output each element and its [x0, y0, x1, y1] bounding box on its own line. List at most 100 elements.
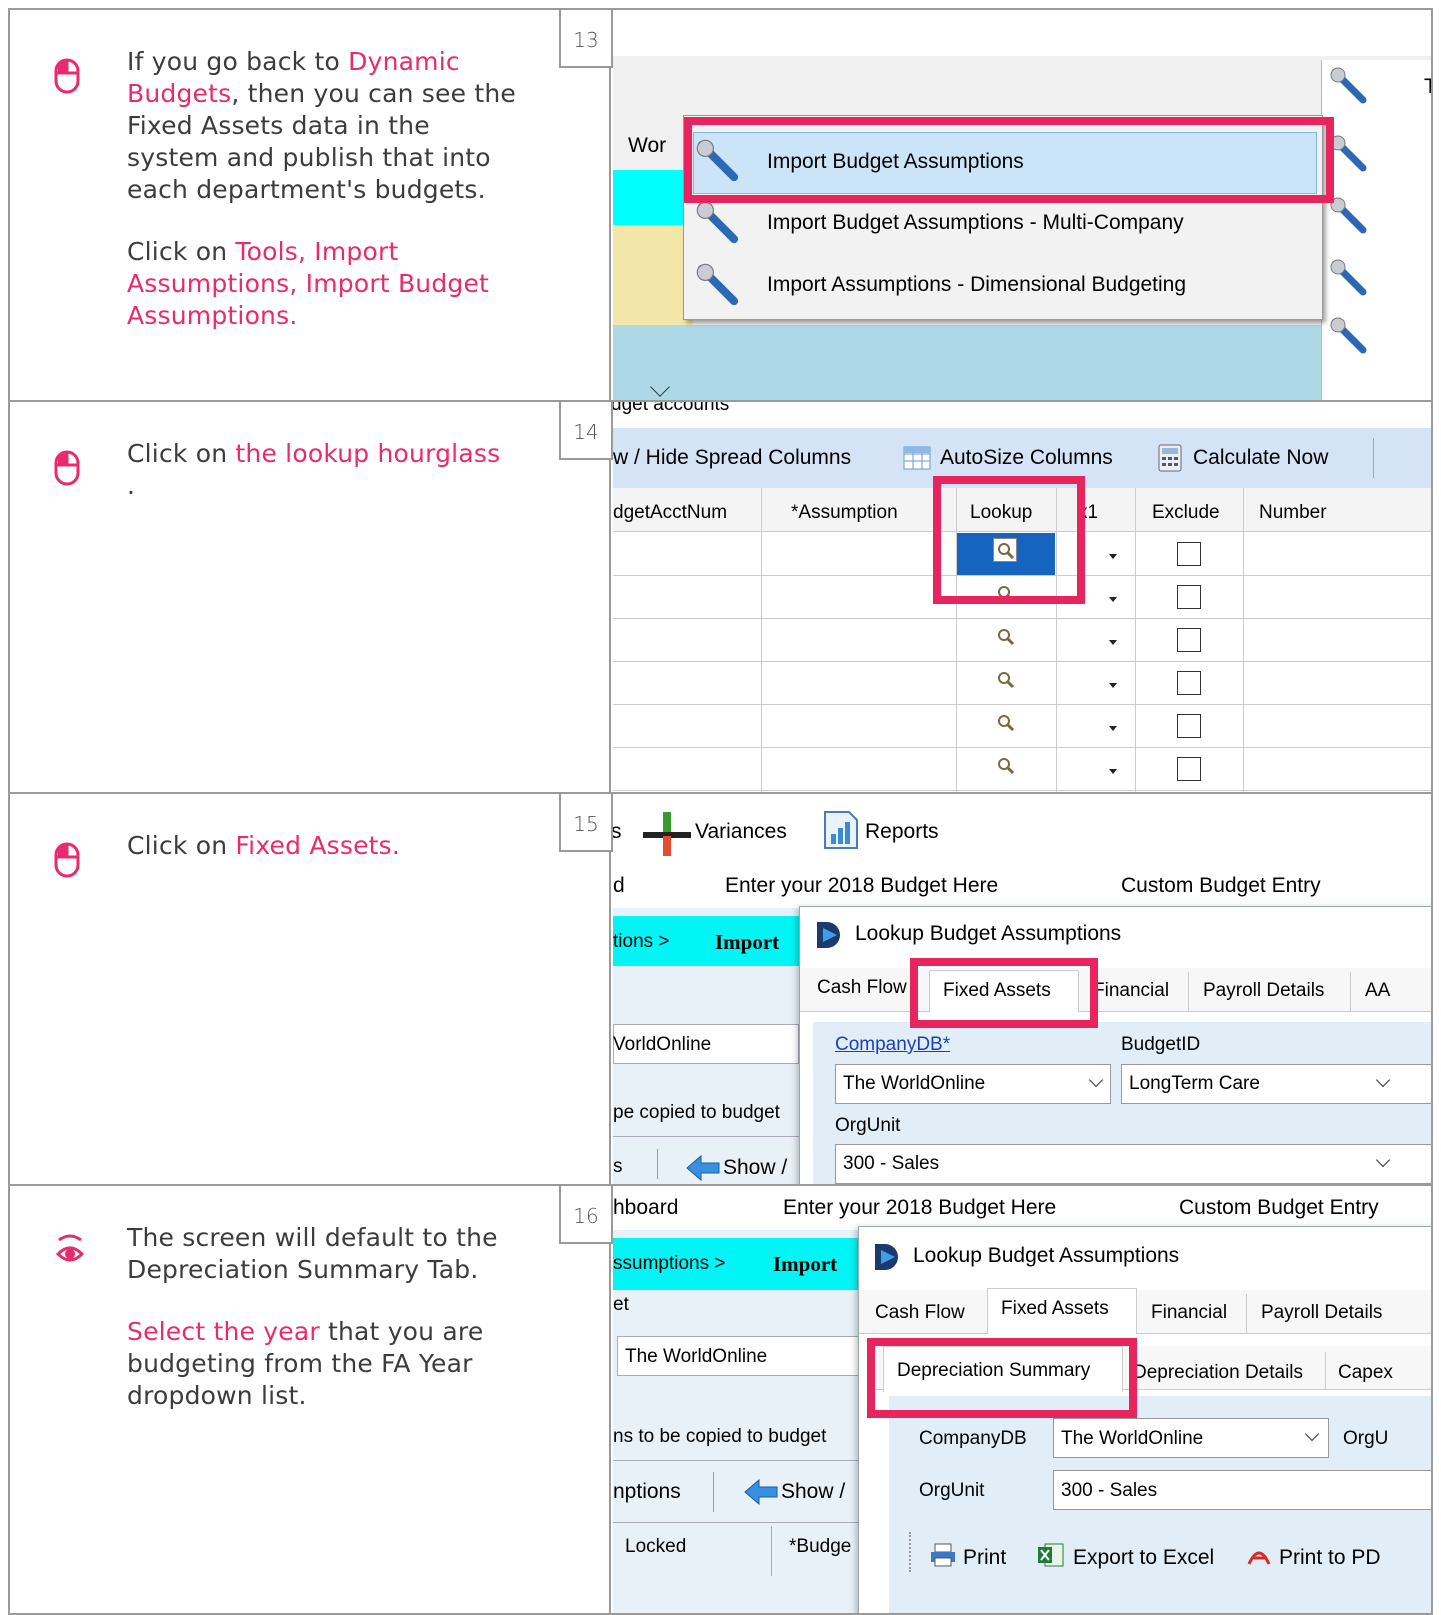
toolbar-show-hide-columns[interactable]: w / Hide Spread Columns [613, 446, 851, 470]
dialog-title: Lookup Budget Assumptions [855, 922, 1122, 945]
toolbar-variances[interactable]: Variances [695, 820, 787, 844]
tab-enter-budget[interactable]: Enter your 2018 Budget Here [725, 874, 998, 898]
step-number: 15 [559, 794, 613, 852]
step-14: 14 Click on the lookup hourglass . dget … [8, 400, 1433, 792]
printer-icon [931, 1543, 955, 1567]
column-header-budgetacctnum[interactable]: dgetAcctNum [613, 502, 727, 524]
tab-partial[interactable]: Wor [628, 134, 666, 158]
export-to-excel-button[interactable]: Export to Excel [1073, 1546, 1214, 1570]
x1-dropdown[interactable] [1098, 669, 1128, 699]
column-header-number[interactable]: Number [1259, 502, 1327, 524]
assumptions-partial: nptions [613, 1480, 681, 1503]
column-header-budget-partial[interactable]: *Budge [789, 1536, 851, 1558]
subtab-depreciation-details[interactable]: Depreciation Details [1133, 1362, 1303, 1384]
highlight-box [910, 958, 1098, 1028]
subtab-capex-partial[interactable]: Capex [1338, 1362, 1393, 1384]
companydb-value: The WorldOnline [843, 1073, 986, 1094]
variances-icon [643, 812, 691, 856]
toolbar-autosize-columns[interactable]: AutoSize Columns [940, 446, 1113, 470]
partial-label: s [613, 1156, 623, 1177]
step-instructions: 15 Click on Fixed Assets. [10, 794, 613, 1184]
budgetid-value: LongTerm Care [1129, 1073, 1260, 1094]
highlight-box [867, 1338, 1137, 1418]
print-button[interactable]: Print [963, 1546, 1006, 1570]
breadcrumb-import[interactable]: Import [715, 930, 779, 955]
eye-icon [55, 1234, 85, 1262]
tab-dashboard-partial[interactable]: hboard [613, 1196, 678, 1220]
wrench-icon [1330, 135, 1367, 172]
highlight-box [933, 476, 1085, 604]
company-partial: VorldOnline [613, 1034, 712, 1055]
tab-cash-flow[interactable]: Cash Flow [875, 1302, 965, 1324]
wrench-icon [1330, 259, 1367, 296]
partial-label: et [613, 1294, 629, 1315]
excel-icon [1038, 1543, 1064, 1567]
orgunit-label: OrgUnit [835, 1115, 901, 1136]
exclude-checkbox[interactable] [1177, 585, 1201, 609]
column-header-locked[interactable]: Locked [625, 1536, 686, 1558]
exclude-checkbox[interactable] [1177, 542, 1201, 566]
companydb-label[interactable]: CompanyDB* [835, 1034, 950, 1056]
step-15: 15 Click on Fixed Assets. s Variances Re… [8, 792, 1433, 1184]
exclude-checkbox[interactable] [1177, 714, 1201, 738]
x1-dropdown[interactable] [1098, 755, 1128, 785]
show-button-partial[interactable]: Show / [723, 1156, 787, 1180]
breadcrumb-import[interactable]: Import [773, 1252, 837, 1277]
menu-item-import-multi-company[interactable]: Import Budget Assumptions - Multi-Compan… [767, 211, 1184, 235]
breadcrumb-assumptions[interactable]: ssumptions > [613, 1253, 725, 1275]
tab-aa-partial[interactable]: AA [1365, 980, 1390, 1002]
orgunit-label: OrgUnit [919, 1480, 985, 1501]
table-icon [903, 446, 931, 470]
toolbar-reports[interactable]: Reports [865, 820, 939, 844]
x1-dropdown[interactable] [1098, 712, 1128, 742]
x1-dropdown[interactable] [1098, 583, 1128, 613]
mouse-icon [54, 58, 80, 94]
show-button-partial[interactable]: Show / [781, 1480, 845, 1504]
column-header-exclude[interactable]: Exclude [1152, 502, 1220, 524]
toolbar-calculate-now[interactable]: Calculate Now [1193, 446, 1328, 470]
print-to-pdf-button[interactable]: Print to PD [1279, 1546, 1381, 1570]
step-instructions: 13 If you go back to Dynamic Budgets, th… [10, 10, 613, 400]
step-16-screenshot: hboard Enter your 2018 Budget Here Custo… [613, 1186, 1431, 1613]
mouse-icon [54, 450, 80, 486]
tab-custom-budget-entry[interactable]: Custom Budget Entry [1179, 1196, 1379, 1220]
column-header-assumption[interactable]: *Assumption [791, 502, 898, 524]
magnifier-icon[interactable] [997, 671, 1015, 689]
tab-cash-flow[interactable]: Cash Flow [817, 977, 907, 999]
dialog-title: Lookup Budget Assumptions [913, 1244, 1180, 1267]
magnifier-icon[interactable] [997, 714, 1015, 732]
companydb-label: CompanyDB [919, 1428, 1027, 1449]
x1-dropdown[interactable] [1098, 626, 1128, 656]
tab-custom-budget-entry[interactable]: Custom Budget Entry [1121, 874, 1321, 898]
magnifier-icon[interactable] [997, 757, 1015, 775]
tab-payroll-details[interactable]: Payroll Details [1203, 980, 1324, 1002]
tab-financial[interactable]: Financial [1151, 1302, 1227, 1324]
step-text: Click on Fixed Assets. [127, 831, 401, 860]
budgetid-label: BudgetID [1121, 1034, 1201, 1055]
exclude-checkbox[interactable] [1177, 757, 1201, 781]
section-header: dget accounts [613, 402, 730, 415]
highlight-box [684, 117, 1334, 203]
step-16: 16 The screen will default to the Deprec… [8, 1184, 1433, 1615]
tab-enter-budget[interactable]: Enter your 2018 Budget Here [783, 1196, 1056, 1220]
tab-payroll-details[interactable]: Payroll Details [1261, 1302, 1382, 1324]
magnifier-icon[interactable] [997, 628, 1015, 646]
companydb-value: The WorldOnline [1061, 1428, 1204, 1449]
step-14-screenshot: dget accounts w / Hide Spread Columns Au… [613, 402, 1431, 792]
copied-note-partial: pe copied to budget [613, 1102, 780, 1123]
mouse-icon [54, 842, 80, 878]
breadcrumb-assumptions[interactable]: tions > [613, 931, 670, 953]
step-text: Click on the lookup hourglass . [127, 439, 501, 500]
x1-dropdown[interactable] [1098, 540, 1128, 570]
toolbar-partial[interactable]: s [613, 820, 622, 844]
exclude-checkbox[interactable] [1177, 671, 1201, 695]
tab-partial[interactable]: d [613, 874, 625, 898]
menu-item-import-dimensional[interactable]: Import Assumptions - Dimensional Budgeti… [767, 273, 1186, 297]
orgunit-value: 300 - Sales [1061, 1480, 1158, 1501]
exclude-checkbox[interactable] [1177, 628, 1201, 652]
app-logo-icon [817, 922, 840, 948]
tab-financial[interactable]: Financial [1093, 980, 1169, 1002]
step-instructions: 16 The screen will default to the Deprec… [10, 1186, 613, 1613]
tab-fixed-assets-label[interactable]: Fixed Assets [1001, 1298, 1109, 1320]
step-number: 16 [559, 1186, 613, 1244]
